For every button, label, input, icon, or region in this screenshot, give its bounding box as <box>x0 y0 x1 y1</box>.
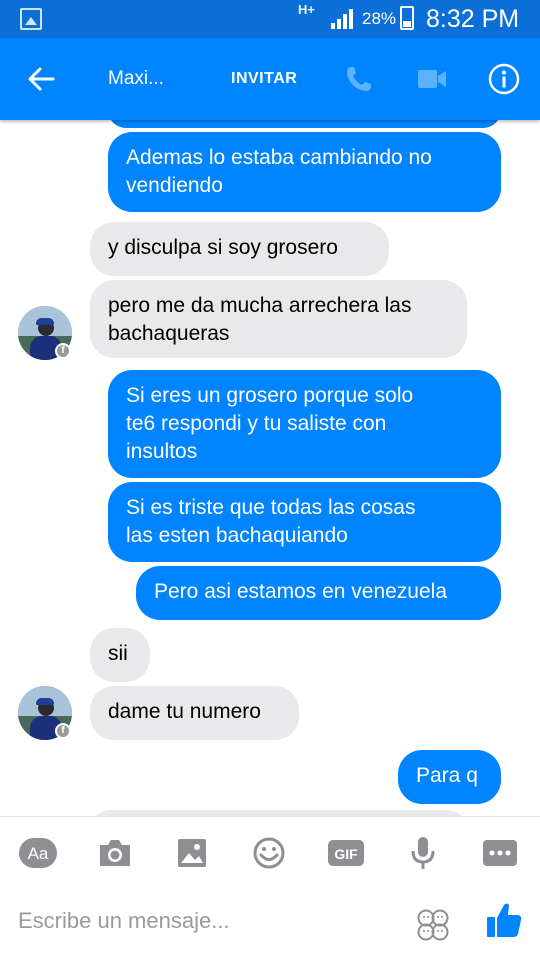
message-bubble-incoming[interactable]: pero me da mucha arrechera las bachaquer… <box>90 280 467 358</box>
thumbs-up-icon[interactable] <box>484 900 524 940</box>
emoji-icon[interactable] <box>249 835 289 871</box>
message-bubble-outgoing[interactable]: Ademas lo estaba cambiando no vendiendo <box>108 132 501 212</box>
phone-icon[interactable] <box>344 64 374 94</box>
message-list[interactable]: Ademas lo estaba cambiando no vendiendo … <box>0 120 540 816</box>
battery-percent: 28% <box>362 9 397 28</box>
text-format-icon[interactable]: Aa <box>18 835 58 871</box>
text-format-label: Aa <box>28 844 49 863</box>
composer-toolbar: Aa GIF <box>0 816 540 961</box>
message-bubble-outgoing[interactable]: Para q <box>398 750 501 804</box>
battery-icon <box>400 6 414 30</box>
gif-label: GIF <box>334 846 358 862</box>
message-input[interactable]: Escribe un mensaje... <box>18 908 230 934</box>
message-bubble-outgoing[interactable]: Si eres un grosero porque solo te6 respo… <box>108 370 501 478</box>
invite-button[interactable]: INVITAR <box>231 70 297 88</box>
conversation-header: Maxi... INVITAR <box>0 38 540 120</box>
gallery-icon[interactable] <box>172 835 212 871</box>
back-arrow-icon[interactable] <box>26 64 56 94</box>
message-bubble-outgoing[interactable]: Pero asi estamos en venezuela <box>136 566 501 620</box>
message-bubble-incoming[interactable]: dame tu numero <box>90 686 299 740</box>
network-type: H+ <box>298 2 315 17</box>
contact-name[interactable]: Maxi... <box>108 68 164 90</box>
more-icon[interactable] <box>480 835 520 871</box>
microphone-icon[interactable] <box>403 835 443 871</box>
signal-icon <box>331 9 353 29</box>
gif-icon[interactable]: GIF <box>326 835 366 871</box>
message-bubble-partial <box>108 120 501 128</box>
facebook-badge-icon: f <box>55 343 71 359</box>
info-icon[interactable] <box>488 63 520 95</box>
video-call-icon[interactable] <box>417 65 447 93</box>
message-bubble-incoming[interactable]: y disculpa si soy grosero <box>90 222 389 276</box>
clock: 8:32 PM <box>426 5 520 33</box>
gallery-notification-icon <box>20 8 42 30</box>
stickers-icon[interactable] <box>416 908 450 942</box>
message-bubble-incoming[interactable]: sii <box>90 628 150 682</box>
message-bubble-outgoing[interactable]: Si es triste que todas las cosas las est… <box>108 482 501 562</box>
status-bar: H+ 28% 8:32 PM <box>0 0 540 38</box>
facebook-badge-icon: f <box>55 723 71 739</box>
camera-icon[interactable] <box>95 835 135 871</box>
